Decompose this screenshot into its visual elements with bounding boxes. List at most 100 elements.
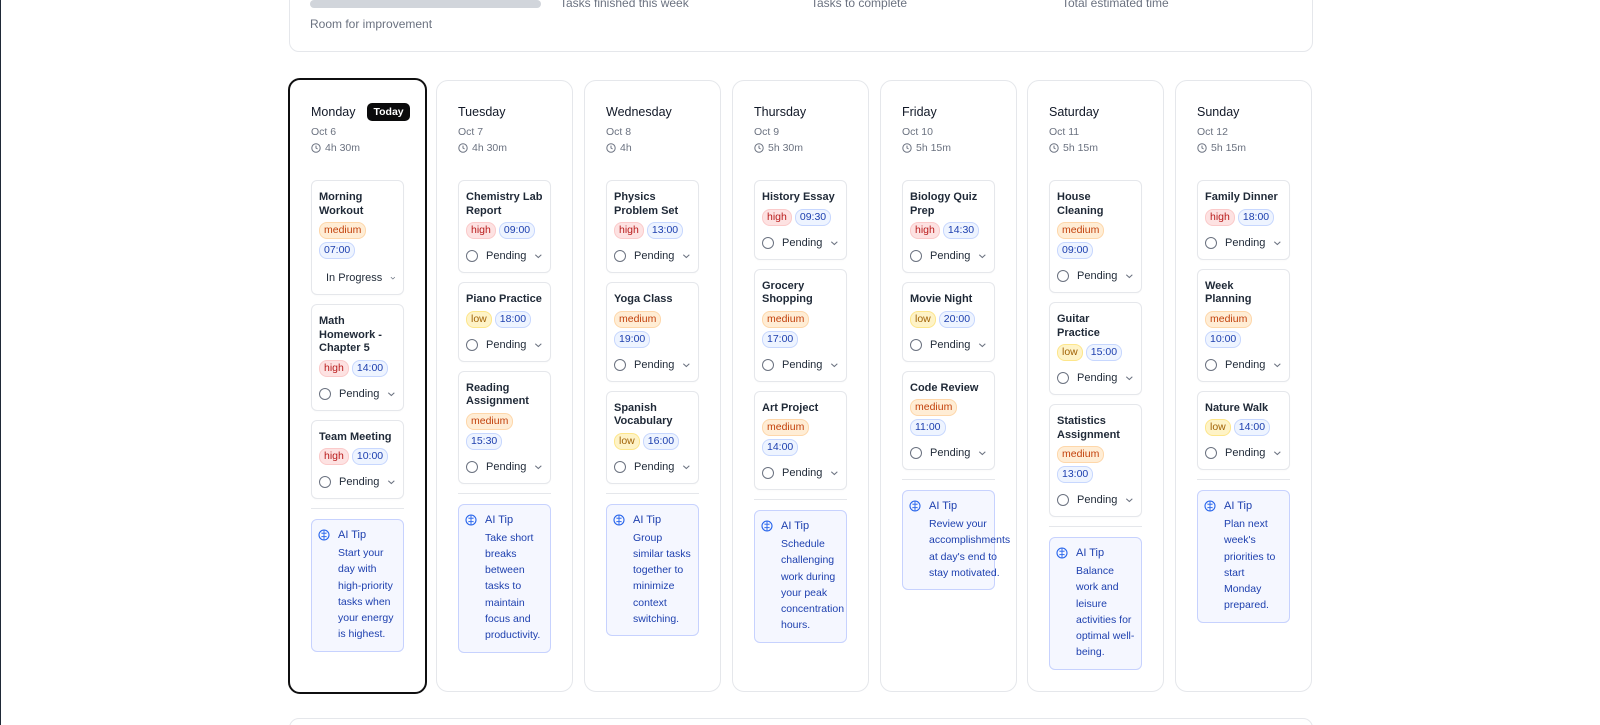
status-dropdown[interactable]: Pending bbox=[1205, 357, 1282, 373]
status-dropdown[interactable]: Pending bbox=[614, 357, 691, 373]
day-date: Oct 8 bbox=[606, 126, 632, 138]
task-card[interactable]: Reading Assignment medium 15:30 Pending bbox=[458, 370, 551, 484]
brain-icon bbox=[465, 513, 477, 526]
ai-tip-body: AI Tip Group similar tasks together to mi… bbox=[633, 513, 692, 628]
task-card[interactable]: Grocery Shopping medium 17:00 Pending bbox=[754, 268, 847, 382]
task-card[interactable]: Yoga Class medium 19:00 Pending bbox=[606, 282, 699, 382]
chevron-down-icon bbox=[683, 362, 691, 367]
status-circle-icon[interactable] bbox=[614, 358, 626, 371]
status-circle-icon[interactable] bbox=[1205, 236, 1217, 249]
task-card[interactable]: Physics Problem Set high 13:00 Pending bbox=[606, 180, 699, 273]
task-title: Yoga Class bbox=[614, 293, 673, 305]
task-list: History Essay high 09:30 Pending Grocery Sho… bbox=[754, 180, 847, 490]
ai-tip-text: Plan next week's priorities to start Mon… bbox=[1224, 518, 1276, 612]
status-circle-icon[interactable] bbox=[910, 338, 922, 351]
chevron-down-icon bbox=[831, 471, 839, 476]
status-circle-icon[interactable] bbox=[614, 250, 626, 262]
status-circle-icon[interactable] bbox=[466, 460, 478, 473]
task-title: Art Project bbox=[762, 401, 819, 414]
status-circle-icon[interactable] bbox=[1205, 358, 1217, 371]
status-circle-icon[interactable] bbox=[910, 250, 922, 262]
time-badge: 19:00 bbox=[614, 330, 651, 348]
ai-tip-title: AI Tip bbox=[338, 529, 367, 541]
task-card[interactable]: Week Planning medium 10:00 Pending bbox=[1197, 268, 1290, 382]
task-card[interactable]: Guitar Practice low 15:00 Pending bbox=[1049, 302, 1142, 395]
task-tags: high 14:00 bbox=[319, 359, 396, 377]
status-circle-icon[interactable] bbox=[762, 236, 774, 249]
task-card[interactable]: Math Homework - Chapter 5 high 14:00 Pendin… bbox=[311, 304, 404, 411]
task-card[interactable]: Movie Night low 20:00 Pending bbox=[902, 282, 995, 362]
status-dropdown[interactable]: Pending bbox=[910, 445, 987, 461]
brain-icon bbox=[909, 500, 921, 512]
status-circle-icon[interactable] bbox=[762, 358, 774, 371]
task-card[interactable]: Morning Workout medium 07:00 In Progress bbox=[311, 180, 404, 295]
status-circle-icon[interactable] bbox=[1205, 447, 1217, 459]
status-dropdown[interactable]: Pending bbox=[1205, 445, 1282, 461]
progress-caption: Room for improvement bbox=[310, 17, 433, 31]
task-card[interactable]: Nature Walk low 14:00 Pending bbox=[1197, 390, 1290, 470]
task-title: Movie Night bbox=[910, 293, 973, 305]
priority-badge: medium bbox=[466, 412, 514, 430]
status-circle-icon[interactable] bbox=[1057, 494, 1069, 506]
status-dropdown[interactable]: Pending bbox=[1057, 492, 1134, 508]
status-label: In Progress bbox=[326, 272, 383, 284]
day-date: Oct 6 bbox=[311, 126, 337, 138]
status-dropdown[interactable]: Pending bbox=[762, 465, 839, 481]
brain-icon bbox=[1204, 500, 1216, 512]
duration-text: 5h 15m bbox=[1063, 142, 1099, 154]
task-title: Piano Practice bbox=[466, 293, 542, 305]
status-circle-icon[interactable] bbox=[466, 250, 478, 262]
status-dropdown[interactable]: Pending bbox=[1057, 370, 1134, 386]
task-card[interactable]: Spanish Vocabulary low 16:00 Pending bbox=[606, 390, 699, 484]
ai-tip-text: Review your accomplishments at day's end… bbox=[929, 518, 1011, 579]
task-card[interactable]: Code Review medium 11:00 Pending bbox=[902, 370, 995, 470]
status-dropdown[interactable]: Pending bbox=[1205, 235, 1282, 251]
status-dropdown[interactable]: Pending bbox=[466, 337, 543, 353]
day-column-wednesday: Wednesday Oct 8 4h Physics Problem Set high 1… bbox=[584, 80, 721, 692]
task-card[interactable]: Family Dinner high 18:00 Pending bbox=[1197, 180, 1290, 260]
status-dropdown[interactable]: Pending bbox=[1057, 268, 1134, 284]
status-circle-icon[interactable] bbox=[319, 387, 331, 400]
task-tags: low 18:00 bbox=[466, 310, 543, 328]
status-circle-icon[interactable] bbox=[762, 467, 774, 479]
task-card[interactable]: Chemistry Lab Report high 09:00 Pending bbox=[458, 180, 551, 273]
status-dropdown[interactable]: Pending bbox=[762, 235, 839, 251]
task-card[interactable]: Art Project medium 14:00 Pending bbox=[754, 390, 847, 490]
status-circle-icon[interactable] bbox=[466, 338, 478, 351]
status-dropdown[interactable]: Pending bbox=[319, 474, 396, 490]
task-list: Morning Workout medium 07:00 In Progress Mat… bbox=[311, 180, 404, 499]
status-dropdown[interactable]: Pending bbox=[614, 459, 691, 475]
task-card[interactable]: Statistics Assignment medium 13:00 Pending bbox=[1049, 404, 1142, 517]
divider bbox=[606, 492, 699, 494]
task-card[interactable]: Piano Practice low 18:00 Pending bbox=[458, 282, 551, 362]
ai-tip-text: Schedule challenging work during your pe… bbox=[781, 538, 845, 632]
task-card[interactable]: Biology Quiz Prep high 14:30 Pending bbox=[902, 180, 995, 273]
status-dropdown[interactable]: Pending bbox=[466, 248, 543, 264]
task-tags: medium 14:00 bbox=[762, 419, 839, 456]
time-badge: 18:00 bbox=[494, 310, 532, 328]
task-card[interactable]: History Essay high 09:30 Pending bbox=[754, 180, 847, 260]
ai-tip-body: AI Tip Review your accomplishments at day… bbox=[929, 499, 1010, 581]
status-label: Pending bbox=[486, 460, 527, 473]
status-label: Pending bbox=[634, 460, 675, 473]
status-dropdown[interactable]: In Progress bbox=[319, 270, 396, 286]
status-circle-icon[interactable] bbox=[319, 476, 331, 488]
chevron-down-icon bbox=[1274, 451, 1282, 456]
clock-icon bbox=[902, 143, 912, 153]
status-dropdown[interactable]: Pending bbox=[319, 386, 396, 402]
status-dropdown[interactable]: Pending bbox=[614, 248, 691, 264]
status-label: Pending bbox=[1077, 270, 1118, 282]
task-card[interactable]: Team Meeting high 10:00 Pending bbox=[311, 419, 404, 499]
status-circle-icon[interactable] bbox=[1057, 372, 1069, 384]
day-column-saturday: Saturday Oct 11 5h 15m House Cleaning medium… bbox=[1027, 80, 1164, 692]
task-title: Biology Quiz Prep bbox=[910, 191, 978, 217]
status-dropdown[interactable]: Pending bbox=[466, 459, 543, 475]
status-circle-icon[interactable] bbox=[614, 460, 626, 473]
status-dropdown[interactable]: Pending bbox=[910, 337, 987, 353]
status-dropdown[interactable]: Pending bbox=[762, 357, 839, 373]
status-circle-icon[interactable] bbox=[1057, 270, 1069, 282]
status-dropdown[interactable]: Pending bbox=[910, 248, 987, 264]
status-circle-icon[interactable] bbox=[910, 447, 922, 459]
task-title: Math Homework - Chapter 5 bbox=[319, 315, 382, 354]
task-card[interactable]: House Cleaning medium 09:00 Pending bbox=[1049, 180, 1142, 293]
